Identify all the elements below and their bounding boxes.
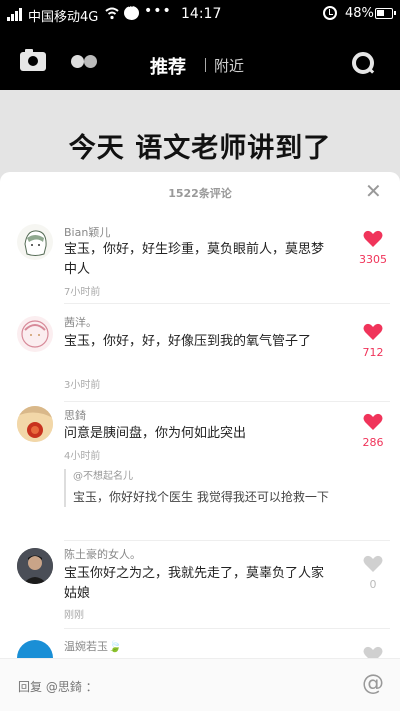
- comment-text: 宝玉你好之为之，我就先走了，莫辜负了人家姑娘: [64, 566, 325, 601]
- message-icon: [124, 2, 139, 20]
- comment-time: 3小时前: [64, 380, 101, 391]
- like-button[interactable]: [361, 413, 385, 431]
- comment-item: 陈土豪的女人。 宝玉你好之为之，我就先走了，莫辜负了人家姑娘 刚刚 0: [0, 544, 400, 630]
- like-count: 712: [362, 346, 384, 359]
- avatar[interactable]: [17, 224, 53, 260]
- carrier-label: 中国移动4G: [28, 10, 99, 25]
- heart-icon: [363, 323, 383, 340]
- reply-username: @不想起名儿: [73, 471, 133, 482]
- live-icon[interactable]: [71, 55, 97, 69]
- search-icon[interactable]: [352, 52, 374, 74]
- comment-username[interactable]: 温婉若玉🍃: [64, 638, 122, 654]
- tab-recommend[interactable]: 推荐: [150, 53, 186, 79]
- heart-icon: [363, 230, 383, 247]
- comment-text: 宝玉，你好，好生珍重，莫负眼前人，莫思梦中人: [64, 242, 325, 277]
- divider: [64, 401, 390, 402]
- avatar[interactable]: [17, 316, 53, 352]
- status-bar: 中国移动4G ••• 14:17 48%: [0, 0, 400, 30]
- reply-text: 宝玉，你好好找个医生 我觉得我还可以抢救一下: [73, 490, 329, 504]
- like-button[interactable]: [361, 230, 385, 248]
- divider: [64, 628, 390, 629]
- like-button[interactable]: [361, 555, 385, 573]
- camera-icon[interactable]: [20, 49, 46, 71]
- more-dots: •••: [144, 3, 172, 19]
- comment-username[interactable]: 茜洋。: [64, 314, 97, 330]
- reply-input-bar: @: [0, 658, 400, 711]
- avatar[interactable]: [17, 406, 53, 442]
- divider: [64, 540, 390, 541]
- signal-icon: [7, 8, 25, 21]
- comment-username[interactable]: Bian颖儿: [64, 224, 110, 240]
- comment-sheet: 1522条评论 ✕ Bian颖儿 宝玉，你好，好生珍重，莫负眼前人，莫思梦中人 …: [0, 172, 400, 711]
- like-count: 0: [369, 578, 377, 591]
- comment-count: 1522条评论: [168, 187, 232, 200]
- comment-sheet-header: 1522条评论 ✕: [0, 172, 400, 212]
- comment-username[interactable]: 陈土豪的女人。: [64, 546, 141, 562]
- comment-time: 4小时前: [64, 451, 101, 462]
- reply-input[interactable]: [18, 677, 348, 697]
- avatar[interactable]: [17, 548, 53, 584]
- like-count: 286: [362, 436, 384, 449]
- wifi-icon: [105, 7, 119, 20]
- battery-percent: 48%: [345, 6, 374, 21]
- close-icon[interactable]: ✕: [365, 181, 382, 201]
- divider: [64, 303, 390, 304]
- video-caption: 今天 语文老师讲到了: [68, 133, 332, 164]
- top-nav: 推荐 附近: [0, 30, 400, 90]
- reply-quote[interactable]: @不想起名儿 宝玉，你好好找个医生 我觉得我还可以抢救一下: [64, 469, 374, 507]
- like-button[interactable]: [361, 323, 385, 341]
- tab-divider: [205, 58, 206, 72]
- clock: 14:17: [181, 6, 222, 22]
- comment-item: 思錡 问意是胰间盘，你为何如此突出 4小时前 286 @不想起名儿 宝玉，你好好…: [0, 406, 400, 542]
- comment-text: 问意是胰间盘，你为何如此突出: [64, 426, 247, 441]
- comment-item: 茜洋。 宝玉，你好，好，好像压到我的氧气管子了 3小时前 712: [0, 312, 400, 404]
- comment-item: Bian颖儿 宝玉，你好，好生珍重，莫负眼前人，莫思梦中人 7小时前 3305: [0, 220, 400, 304]
- comment-time: 刚刚: [64, 610, 84, 621]
- mention-icon[interactable]: @: [362, 671, 384, 696]
- tab-nearby[interactable]: 附近: [214, 55, 244, 76]
- comment-text: 宝玉，你好，好，好像压到我的氧气管子了: [64, 334, 312, 349]
- battery-icon: [375, 8, 396, 19]
- comment-time: 7小时前: [64, 287, 101, 298]
- heart-icon: [363, 555, 383, 572]
- alarm-icon: [323, 6, 337, 20]
- comment-username[interactable]: 思錡: [64, 407, 86, 423]
- heart-icon: [363, 413, 383, 430]
- like-count: 3305: [359, 253, 387, 266]
